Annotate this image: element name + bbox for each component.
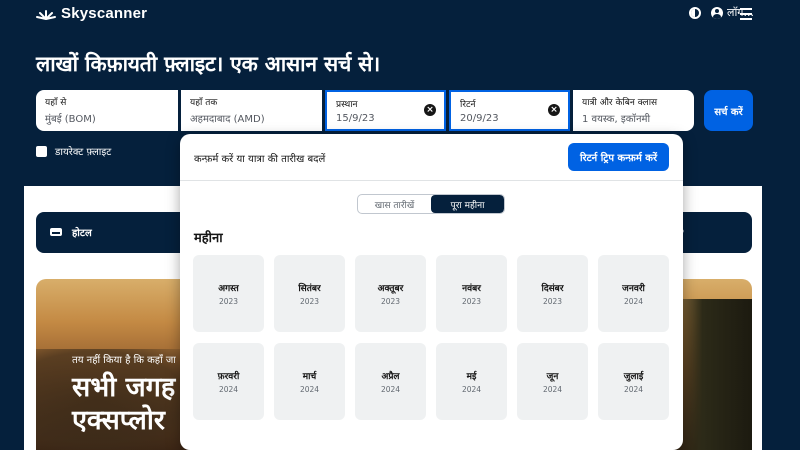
travellers-value: 1 वयस्क, इकॉनमी: [582, 114, 651, 125]
banner-title: सभी जगह एक्सप्लोर: [72, 371, 175, 437]
brand-name: Skyscanner: [61, 5, 148, 22]
destination-field[interactable]: यहाँ तक अहमदाबाद (AMD): [181, 90, 322, 131]
return-value: 20/9/23: [460, 113, 499, 124]
month-year: 2023: [542, 297, 563, 306]
return-date-field[interactable]: रिटर्न 20/9/23 ×: [449, 90, 570, 131]
banner-subtitle: तय नहीं किया है कि कहाँ जा: [72, 355, 176, 366]
region-icon[interactable]: [689, 6, 701, 19]
month-name: नवंबर: [462, 284, 481, 294]
month-option[interactable]: अप्रैल 2024: [355, 343, 426, 420]
month-option[interactable]: फ़रवरी 2024: [193, 343, 264, 420]
tab-whole-month[interactable]: पूरा महीना: [431, 195, 504, 213]
month-name: जुलाई: [623, 372, 644, 382]
month-name: अगस्त: [218, 284, 239, 294]
direct-flights-option[interactable]: डायरेक्ट फ़्लाइट: [36, 144, 111, 158]
top-bar: Skyscanner लॉग...: [0, 0, 800, 28]
depart-date-field[interactable]: प्रस्थान 15/9/23 ×: [325, 90, 446, 131]
month-year: 2024: [623, 385, 644, 394]
hotels-label: होटल: [72, 228, 92, 239]
month-option[interactable]: अगस्त 2023: [193, 255, 264, 332]
month-year: 2023: [380, 297, 401, 306]
direct-flights-checkbox[interactable]: [36, 145, 47, 157]
depart-value: 15/9/23: [336, 113, 375, 124]
month-year: 2023: [461, 297, 482, 306]
month-name: अक्तूबर: [377, 284, 404, 294]
origin-label: यहाँ से: [45, 98, 67, 108]
month-name: फ़रवरी: [217, 372, 240, 382]
month-name: सितंबर: [298, 284, 321, 294]
search-button[interactable]: सर्च करें: [704, 90, 753, 131]
month-option[interactable]: नवंबर 2023: [436, 255, 507, 332]
tab-specific-dates[interactable]: खास तारीखें: [358, 195, 431, 213]
date-mode-toggle: खास तारीखें पूरा महीना: [357, 194, 505, 214]
clear-return-icon[interactable]: ×: [548, 104, 560, 116]
hamburger-menu-icon[interactable]: [740, 8, 752, 23]
hotels-link[interactable]: होटल: [50, 225, 92, 239]
month-option[interactable]: दिसंबर 2023: [517, 255, 588, 332]
travellers-label: यात्री और केबिन क्लास: [582, 98, 658, 108]
month-option[interactable]: जुलाई 2024: [598, 343, 669, 420]
month-year: 2024: [461, 385, 482, 394]
month-name: जनवरी: [622, 284, 645, 294]
month-year: 2024: [380, 385, 401, 394]
month-name: अप्रैल: [381, 372, 400, 382]
origin-value: मुंबई (BOM): [45, 114, 96, 125]
month-option[interactable]: मई 2024: [436, 343, 507, 420]
banner-title-line-1: सभी जगह: [72, 372, 176, 403]
origin-field[interactable]: यहाँ से मुंबई (BOM): [36, 90, 178, 131]
destination-label: यहाँ तक: [190, 98, 218, 108]
month-year: 2024: [542, 385, 563, 394]
popup-title: कन्फ़र्म करें या यात्रा की तारीख बदलें: [194, 154, 326, 165]
month-year: 2023: [299, 297, 320, 306]
date-picker-popup: कन्फ़र्म करें या यात्रा की तारीख बदलें र…: [180, 134, 683, 450]
month-option[interactable]: जनवरी 2024: [598, 255, 669, 332]
month-option[interactable]: जून 2024: [517, 343, 588, 420]
return-label: रिटर्न: [460, 100, 476, 110]
sunrise-icon: [36, 9, 56, 20]
month-year: 2023: [218, 297, 239, 306]
months-heading: महीना: [194, 231, 223, 246]
month-year: 2024: [299, 385, 320, 394]
month-grid: अगस्त 2023 सितंबर 2023 अक्तूबर 2023 नवंबर 2023 द…: [193, 255, 669, 420]
month-name: मई: [466, 372, 477, 382]
direct-flights-label: डायरेक्ट फ़्लाइट: [55, 147, 112, 158]
month-year: 2024: [218, 385, 239, 394]
destination-value: अहमदाबाद (AMD): [190, 114, 265, 125]
page-title: लाखों किफ़ायती फ़्लाइट। एक आसान सर्च से।: [36, 52, 380, 76]
travellers-cabin-field[interactable]: यात्री और केबिन क्लास 1 वयस्क, इकॉनमी: [573, 90, 694, 131]
clear-depart-icon[interactable]: ×: [424, 104, 436, 116]
depart-label: प्रस्थान: [336, 100, 358, 110]
user-icon: [711, 6, 723, 19]
bed-icon: [50, 228, 62, 236]
month-option[interactable]: मार्च 2024: [274, 343, 345, 420]
month-name: मार्च: [302, 372, 317, 382]
confirm-return-trip-button[interactable]: रिटर्न ट्रिप कन्फ़र्म करें: [568, 143, 669, 171]
skyscanner-logo[interactable]: Skyscanner: [36, 5, 147, 22]
popup-header: कन्फ़र्म करें या यात्रा की तारीख बदलें र…: [180, 134, 683, 181]
month-name: दिसंबर: [541, 284, 564, 294]
month-option[interactable]: सितंबर 2023: [274, 255, 345, 332]
month-option[interactable]: अक्तूबर 2023: [355, 255, 426, 332]
month-year: 2024: [623, 297, 644, 306]
banner-title-line-2: एक्सप्लोर: [72, 405, 165, 436]
month-name: जून: [546, 372, 559, 382]
